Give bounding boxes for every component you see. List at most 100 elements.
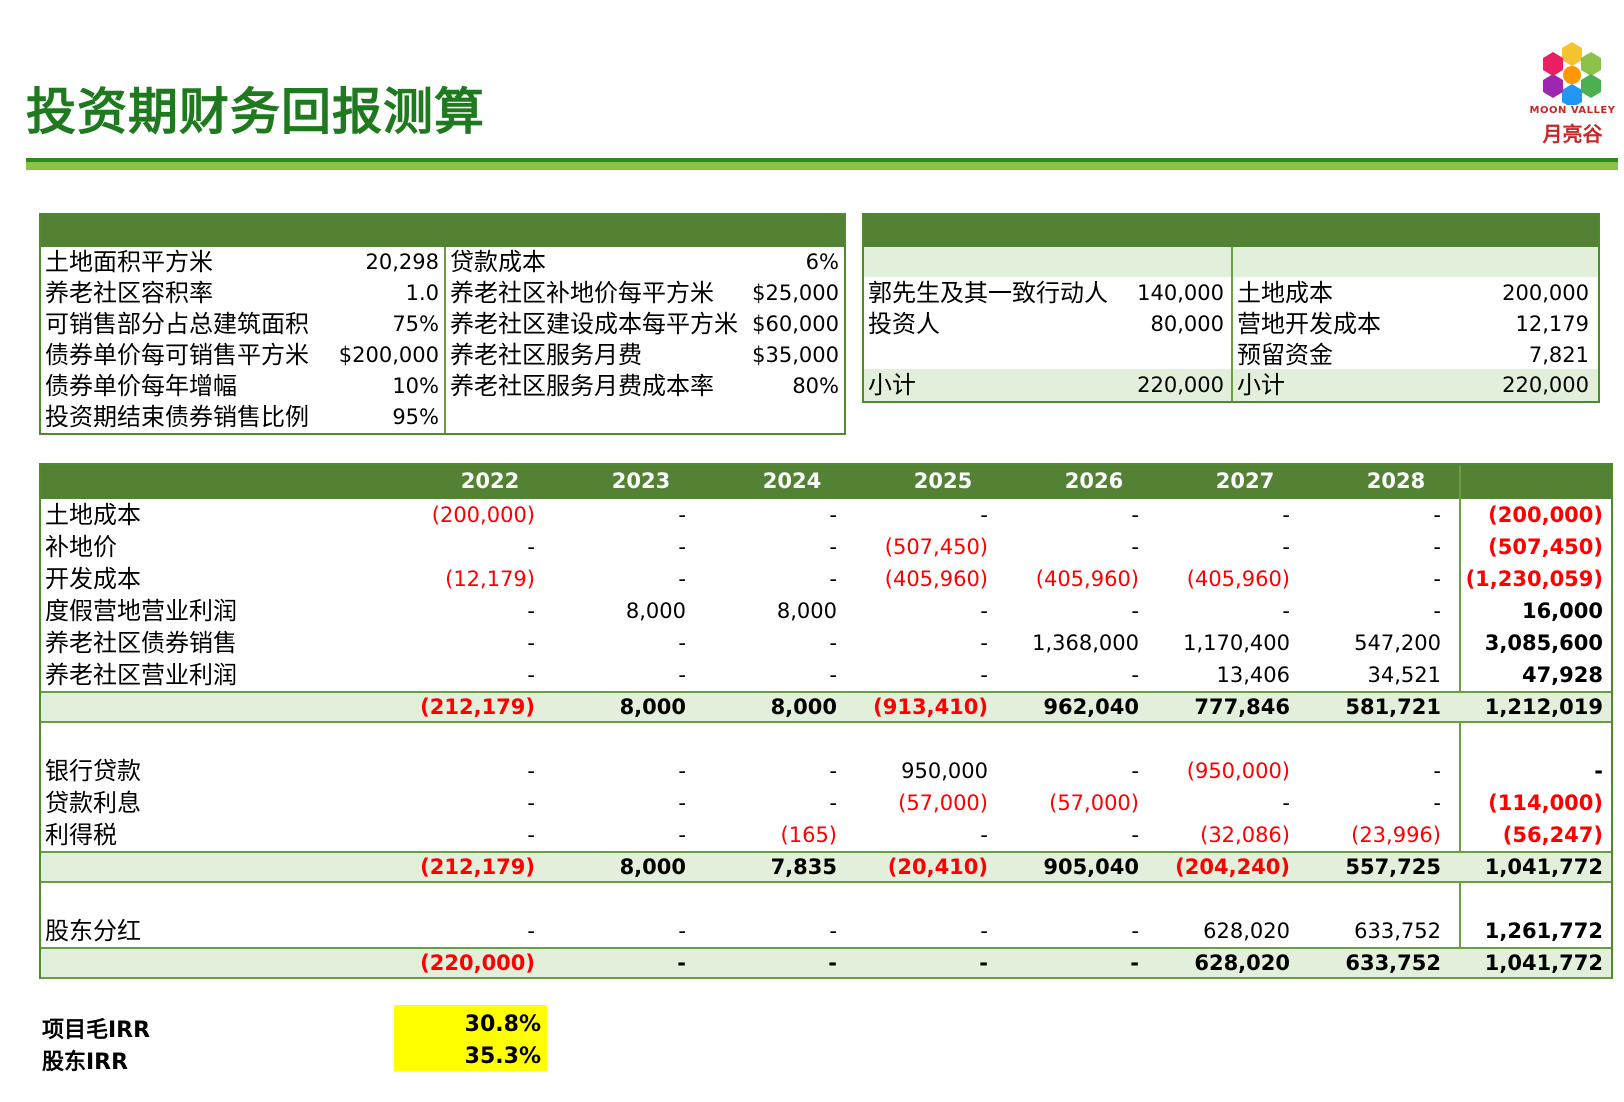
table-subtotal-row: (212,179) 8,000 7,835 (20,410) 905,040 (204,2…: [41, 851, 1611, 883]
param-label: 贷款成本: [450, 248, 546, 276]
cell-value: (405,960): [1035, 567, 1139, 591]
row-total: (200,000): [1488, 503, 1603, 527]
cell-value: (12,179): [445, 567, 535, 591]
table-header: 2022 2023 2024 2025 2026 2027 2028: [41, 465, 1611, 499]
investor-value: 220,000: [1137, 373, 1224, 397]
param-value: 10%: [392, 374, 439, 398]
use-label: 营地开发成本: [1237, 310, 1381, 338]
param-label: 土地面积平方米: [45, 248, 213, 276]
param-label: 养老社区服务月费成本率: [450, 372, 714, 400]
year-header: 2028: [1366, 469, 1426, 493]
cell-value: 950,000: [901, 759, 988, 783]
table-row: 利得税 - - (165) - - (32,086) (23,996) (56,247): [41, 819, 1611, 851]
cell-value: -: [829, 503, 837, 527]
page-title: 投资期财务回报测算: [26, 83, 485, 141]
logo-chinese-text: 月亮谷: [1542, 122, 1603, 146]
cell-value: -: [1282, 503, 1290, 527]
shareholder-irr-label: 股东IRR: [42, 1050, 129, 1075]
year-header: 2022: [460, 469, 520, 493]
cell-value: -: [1131, 535, 1139, 559]
use-value: 200,000: [1502, 281, 1589, 305]
cell-value: -: [1131, 599, 1139, 623]
shareholder-irr-value: 35.3%: [464, 1044, 541, 1069]
row-total: 1,041,772: [1484, 951, 1603, 975]
cell-value: 777,846: [1194, 695, 1290, 719]
param-value: 75%: [392, 312, 439, 336]
table-row: 度假营地营业利润 - 8,000 8,000 - - - - 16,000: [41, 595, 1611, 627]
param-label: 可销售部分占总建筑面积: [45, 310, 309, 338]
cell-value: (913,410): [873, 695, 988, 719]
cell-value: -: [1433, 535, 1441, 559]
cell-value: -: [1131, 759, 1139, 783]
parameters-divider: [444, 247, 446, 433]
cell-value: -: [527, 823, 535, 847]
param-label: 债券单价每可销售平方米: [45, 341, 309, 369]
cell-value: -: [527, 599, 535, 623]
row-label: 股东分红: [45, 917, 141, 945]
cell-value: (32,086): [1200, 823, 1290, 847]
year-header: 2026: [1064, 469, 1124, 493]
row-label: 养老社区营业利润: [45, 661, 237, 689]
cell-value: 8,000: [619, 855, 686, 879]
cell-value: -: [1433, 791, 1441, 815]
parameters-header: [41, 215, 844, 247]
cell-value: 8,000: [619, 695, 686, 719]
cell-value: 581,721: [1345, 695, 1441, 719]
cell-value: -: [980, 663, 988, 687]
cell-value: -: [979, 951, 988, 975]
row-label: 银行贷款: [45, 757, 141, 785]
cell-value: -: [829, 535, 837, 559]
cell-value: (57,000): [1049, 791, 1139, 815]
row-total: (56,247): [1502, 823, 1603, 847]
cell-value: (212,179): [420, 855, 535, 879]
row-total: 1,261,772: [1484, 919, 1603, 943]
row-label: 开发成本: [45, 565, 141, 593]
cell-value: -: [1433, 599, 1441, 623]
row-total: 3,085,600: [1484, 631, 1603, 655]
cell-value: -: [678, 759, 686, 783]
row-label: 度假营地营业利润: [45, 597, 237, 625]
cell-value: -: [1131, 823, 1139, 847]
cell-value: -: [1433, 503, 1441, 527]
cell-value: 633,752: [1345, 951, 1441, 975]
cell-value: -: [1131, 663, 1139, 687]
use-value: 220,000: [1502, 373, 1589, 397]
cell-value: (20,410): [887, 855, 988, 879]
cell-value: 905,040: [1043, 855, 1139, 879]
cell-value: -: [829, 631, 837, 655]
project-irr-label: 项目毛IRR: [42, 1018, 151, 1043]
cell-value: -: [678, 631, 686, 655]
cell-value: -: [527, 663, 535, 687]
cell-value: (405,960): [1186, 567, 1290, 591]
cell-value: -: [1433, 567, 1441, 591]
param-value: $25,000: [752, 281, 839, 305]
cell-value: -: [829, 759, 837, 783]
logo-english-text: MOON VALLEY: [1529, 105, 1616, 116]
year-header: 2025: [913, 469, 973, 493]
cell-value: -: [677, 951, 686, 975]
use-label: 土地成本: [1237, 279, 1333, 307]
cell-value: (507,450): [884, 535, 988, 559]
cell-value: (405,960): [884, 567, 988, 591]
param-label: 投资期结束债券销售比例: [45, 403, 309, 431]
cell-value: 8,000: [776, 599, 837, 623]
param-value: 1.0: [405, 281, 439, 305]
use-label: 小计: [1237, 371, 1285, 399]
table-row: 养老社区债券销售 - - - - 1,368,000 1,170,400 547,200 3,0…: [41, 627, 1611, 659]
row-total: 1,212,019: [1484, 695, 1603, 719]
row-total: 1,041,772: [1484, 855, 1603, 879]
cell-value: 34,521: [1367, 663, 1441, 687]
project-irr-value: 30.8%: [464, 1012, 541, 1037]
param-label: 养老社区服务月费: [450, 341, 642, 369]
row-label: 利得税: [45, 821, 117, 849]
use-label: 预留资金: [1237, 341, 1333, 369]
investor-label: 投资人: [868, 310, 940, 338]
cell-value: -: [678, 535, 686, 559]
cell-value: -: [828, 951, 837, 975]
cell-value: 8,000: [625, 599, 686, 623]
cell-value: 547,200: [1354, 631, 1441, 655]
cell-value: -: [829, 567, 837, 591]
cell-value: -: [980, 503, 988, 527]
row-label: 贷款利息: [45, 789, 141, 817]
year-header: 2023: [611, 469, 671, 493]
